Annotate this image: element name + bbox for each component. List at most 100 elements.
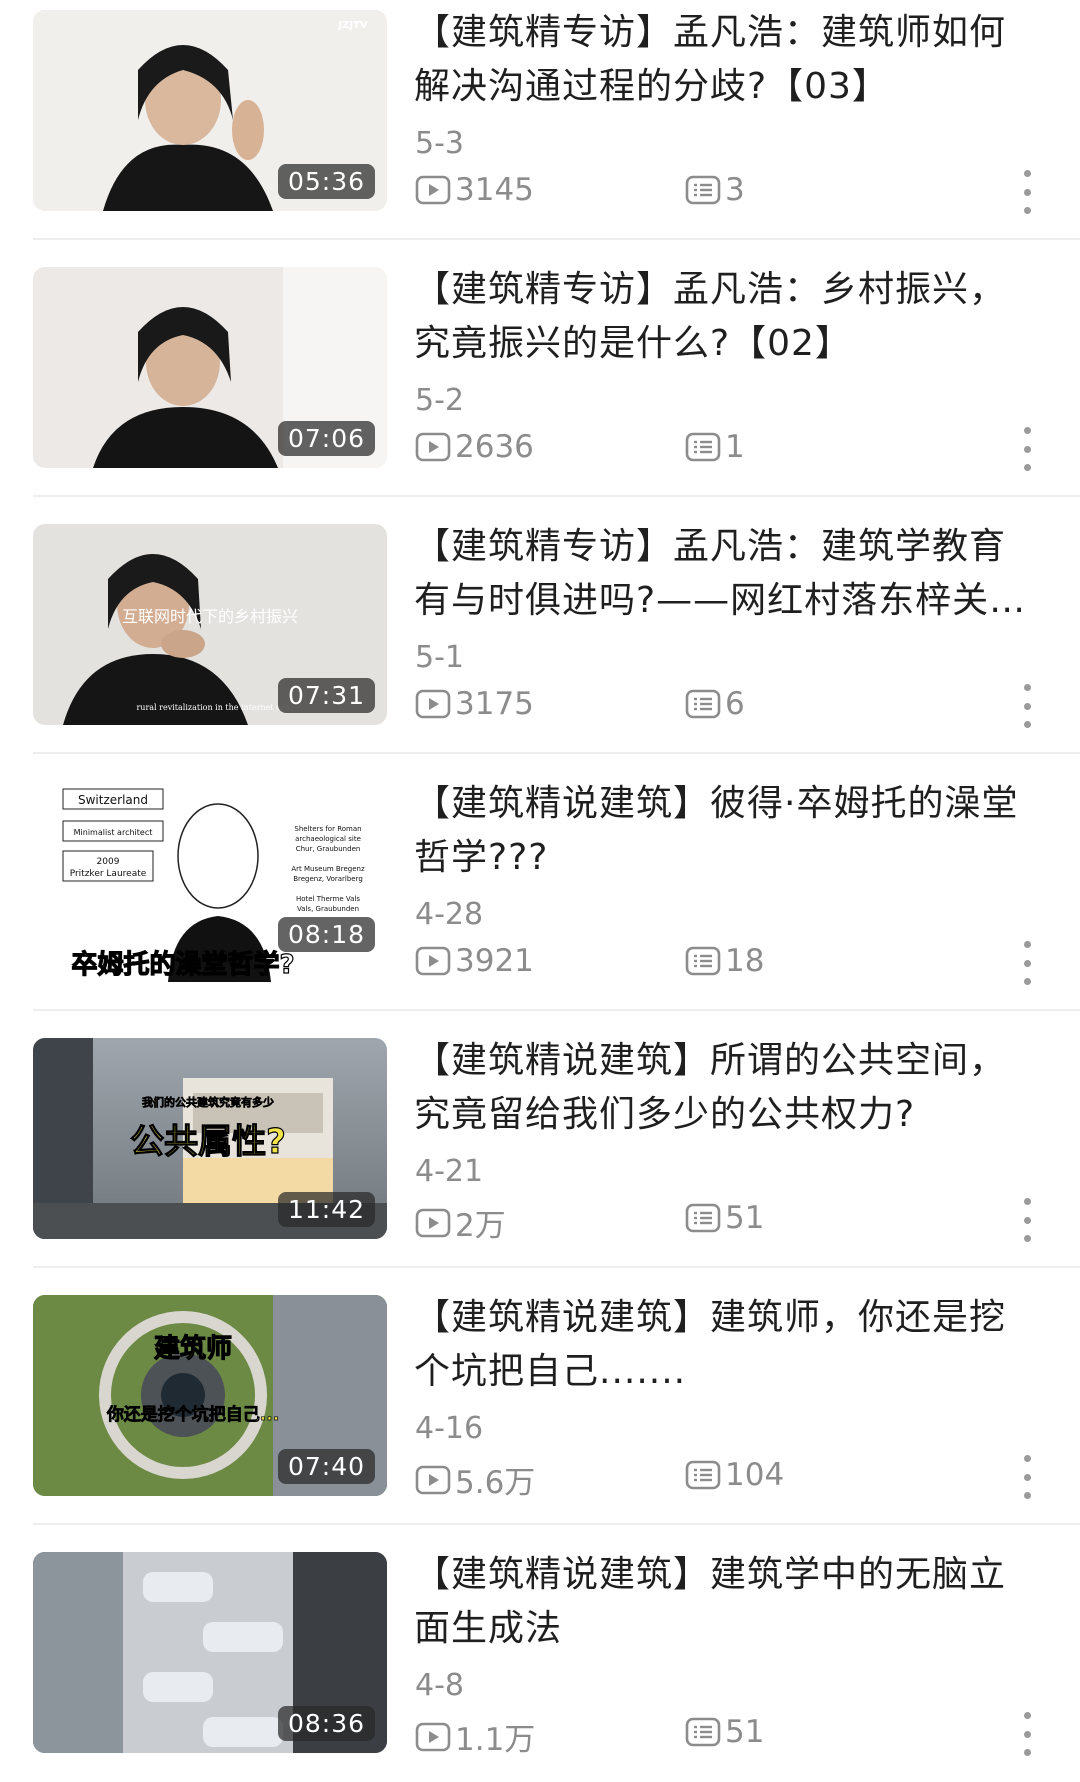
view-count-value: 2636 bbox=[455, 429, 534, 465]
view-count-value: 3175 bbox=[455, 686, 534, 722]
svg-text:Switzerland: Switzerland bbox=[78, 793, 148, 807]
svg-text:我们的公共建筑究竟有多少: 我们的公共建筑究竟有多少 bbox=[142, 1095, 274, 1109]
upload-date: 4-28 bbox=[415, 897, 484, 932]
video-thumbnail[interactable]: Switzerland Minimalist architect 2009 Pr… bbox=[33, 781, 387, 982]
comment-count-value: 51 bbox=[725, 1714, 765, 1750]
svg-text:archaeological site: archaeological site bbox=[295, 835, 361, 843]
comment-count: 104 bbox=[685, 1457, 784, 1493]
svg-text:Art Museum Bregenz: Art Museum Bregenz bbox=[291, 865, 365, 873]
more-vertical-icon[interactable] bbox=[1014, 1712, 1040, 1756]
comment-count-value: 104 bbox=[725, 1457, 785, 1493]
svg-text:JZJTV: JZJTV bbox=[337, 20, 368, 31]
video-thumbnail[interactable]: 08:36 bbox=[33, 1552, 387, 1753]
view-count-value: 3921 bbox=[455, 943, 534, 979]
video-thumbnail[interactable]: 互联网时代下的乡村振兴 rural revitalization in the … bbox=[33, 524, 387, 725]
view-count: 3921 bbox=[415, 943, 534, 979]
comment-count: 3 bbox=[685, 172, 745, 208]
svg-text:Shelters for Roman: Shelters for Roman bbox=[294, 825, 361, 833]
video-item[interactable]: 07:06 【建筑精专访】孟凡浩：乡村振兴，究竟振兴的是什么?【02】 5-2 … bbox=[0, 257, 1080, 514]
view-count: 2万 bbox=[415, 1200, 506, 1245]
upload-date: 5-3 bbox=[415, 126, 464, 161]
play-box-icon bbox=[415, 1722, 451, 1751]
upload-date: 5-1 bbox=[415, 640, 464, 675]
comment-count-value: 1 bbox=[725, 429, 745, 465]
more-vertical-icon[interactable] bbox=[1014, 170, 1040, 214]
video-thumbnail[interactable]: 我们的公共建筑究竟有多少 公共属性? 11:42 bbox=[33, 1038, 387, 1239]
divider bbox=[33, 1009, 1080, 1011]
video-title[interactable]: 【建筑精专访】孟凡浩：建筑学教育有与时俱进吗?——网红村落东梓关… bbox=[414, 520, 1039, 628]
video-title[interactable]: 【建筑精说建筑】彼得·卒姆托的澡堂哲学??? bbox=[414, 777, 1039, 885]
duration-badge: 05:36 bbox=[277, 164, 375, 199]
play-box-icon bbox=[415, 1208, 451, 1237]
svg-text:建筑师: 建筑师 bbox=[154, 1333, 232, 1364]
view-count-value: 5.6万 bbox=[455, 1465, 536, 1501]
svg-text:rural revitalization in the in: rural revitalization in the internet era bbox=[136, 703, 289, 712]
comment-count: 18 bbox=[685, 943, 764, 979]
video-item[interactable]: JZJTV 05:36 【建筑精专访】孟凡浩：建筑师如何解决沟通过程的分歧?【0… bbox=[0, 0, 1080, 257]
video-item[interactable]: 建筑师 你还是挖个坑把自己... 07:40 【建筑精说建筑】建筑师，你还是挖个… bbox=[0, 1285, 1080, 1542]
svg-text:Hotel Therme Vals: Hotel Therme Vals bbox=[296, 895, 360, 903]
svg-text:Pritzker Laureate: Pritzker Laureate bbox=[70, 869, 147, 879]
play-box-icon bbox=[415, 946, 451, 976]
more-vertical-icon[interactable] bbox=[1014, 1455, 1040, 1499]
more-vertical-icon[interactable] bbox=[1014, 1198, 1040, 1242]
video-thumbnail[interactable]: 建筑师 你还是挖个坑把自己... 07:40 bbox=[33, 1295, 387, 1496]
view-count-value: 2万 bbox=[455, 1208, 506, 1244]
video-title[interactable]: 【建筑精说建筑】所谓的公共空间，究竟留给我们多少的公共权力? bbox=[414, 1034, 1039, 1142]
comment-count-value: 6 bbox=[725, 686, 745, 722]
svg-text:你还是挖个坑把自己...: 你还是挖个坑把自己... bbox=[106, 1404, 279, 1425]
comment-count: 1 bbox=[685, 429, 745, 465]
duration-badge: 08:36 bbox=[277, 1706, 375, 1741]
comment-list-icon bbox=[685, 689, 721, 719]
duration-badge: 07:40 bbox=[277, 1449, 375, 1484]
comment-count: 51 bbox=[685, 1200, 764, 1236]
video-title[interactable]: 【建筑精专访】孟凡浩：乡村振兴，究竟振兴的是什么?【02】 bbox=[414, 263, 1039, 371]
duration-badge: 07:31 bbox=[277, 678, 375, 713]
view-count-value: 3145 bbox=[455, 172, 534, 208]
divider bbox=[33, 495, 1080, 497]
svg-text:Vals, Graubunden: Vals, Graubunden bbox=[297, 905, 359, 913]
comment-list-icon bbox=[685, 946, 721, 976]
comment-list-icon bbox=[685, 175, 721, 205]
video-item[interactable]: 互联网时代下的乡村振兴 rural revitalization in the … bbox=[0, 514, 1080, 771]
comment-list-icon bbox=[685, 1203, 721, 1233]
upload-date: 5-2 bbox=[415, 383, 464, 418]
upload-date: 4-21 bbox=[415, 1154, 484, 1189]
upload-date: 4-8 bbox=[415, 1668, 464, 1703]
comment-count: 6 bbox=[685, 686, 745, 722]
video-item[interactable]: Switzerland Minimalist architect 2009 Pr… bbox=[0, 771, 1080, 1028]
duration-badge: 08:18 bbox=[277, 917, 375, 952]
comment-count: 51 bbox=[685, 1714, 764, 1750]
play-box-icon bbox=[415, 432, 451, 462]
divider bbox=[33, 1266, 1080, 1268]
more-vertical-icon[interactable] bbox=[1014, 427, 1040, 471]
divider bbox=[33, 752, 1080, 754]
video-thumbnail[interactable]: JZJTV 05:36 bbox=[33, 10, 387, 211]
svg-text:Bregenz, Vorarlberg: Bregenz, Vorarlberg bbox=[293, 875, 363, 883]
svg-text:2009: 2009 bbox=[97, 857, 120, 867]
video-title[interactable]: 【建筑精说建筑】建筑师，你还是挖个坑把自己....... bbox=[414, 1291, 1039, 1399]
video-title[interactable]: 【建筑精专访】孟凡浩：建筑师如何解决沟通过程的分歧?【03】 bbox=[414, 6, 1039, 114]
video-item[interactable]: 我们的公共建筑究竟有多少 公共属性? 11:42 【建筑精说建筑】所谓的公共空间… bbox=[0, 1028, 1080, 1285]
video-item[interactable]: 08:36 【建筑精说建筑】建筑学中的无脑立面生成法 4-8 1.1万 51 bbox=[0, 1542, 1080, 1782]
play-box-icon bbox=[415, 689, 451, 719]
play-box-icon bbox=[415, 175, 451, 205]
view-count: 3175 bbox=[415, 686, 534, 722]
view-count: 5.6万 bbox=[415, 1457, 535, 1502]
comment-count-value: 18 bbox=[725, 943, 765, 979]
video-title[interactable]: 【建筑精说建筑】建筑学中的无脑立面生成法 bbox=[414, 1548, 1039, 1656]
comment-list-icon bbox=[685, 432, 721, 462]
view-count-value: 1.1万 bbox=[455, 1722, 536, 1758]
svg-text:互联网时代下的乡村振兴: 互联网时代下的乡村振兴 bbox=[122, 607, 298, 626]
duration-badge: 11:42 bbox=[277, 1192, 375, 1227]
more-vertical-icon[interactable] bbox=[1014, 941, 1040, 985]
svg-text:卒姆托的澡堂哲学?: 卒姆托的澡堂哲学? bbox=[71, 949, 294, 980]
svg-text:Chur, Graubunden: Chur, Graubunden bbox=[296, 845, 361, 853]
more-vertical-icon[interactable] bbox=[1014, 684, 1040, 728]
svg-text:公共属性?: 公共属性? bbox=[130, 1122, 286, 1162]
duration-badge: 07:06 bbox=[277, 421, 375, 456]
video-thumbnail[interactable]: 07:06 bbox=[33, 267, 387, 468]
upload-date: 4-16 bbox=[415, 1411, 484, 1446]
comment-list-icon bbox=[685, 1460, 721, 1490]
view-count: 3145 bbox=[415, 172, 534, 208]
